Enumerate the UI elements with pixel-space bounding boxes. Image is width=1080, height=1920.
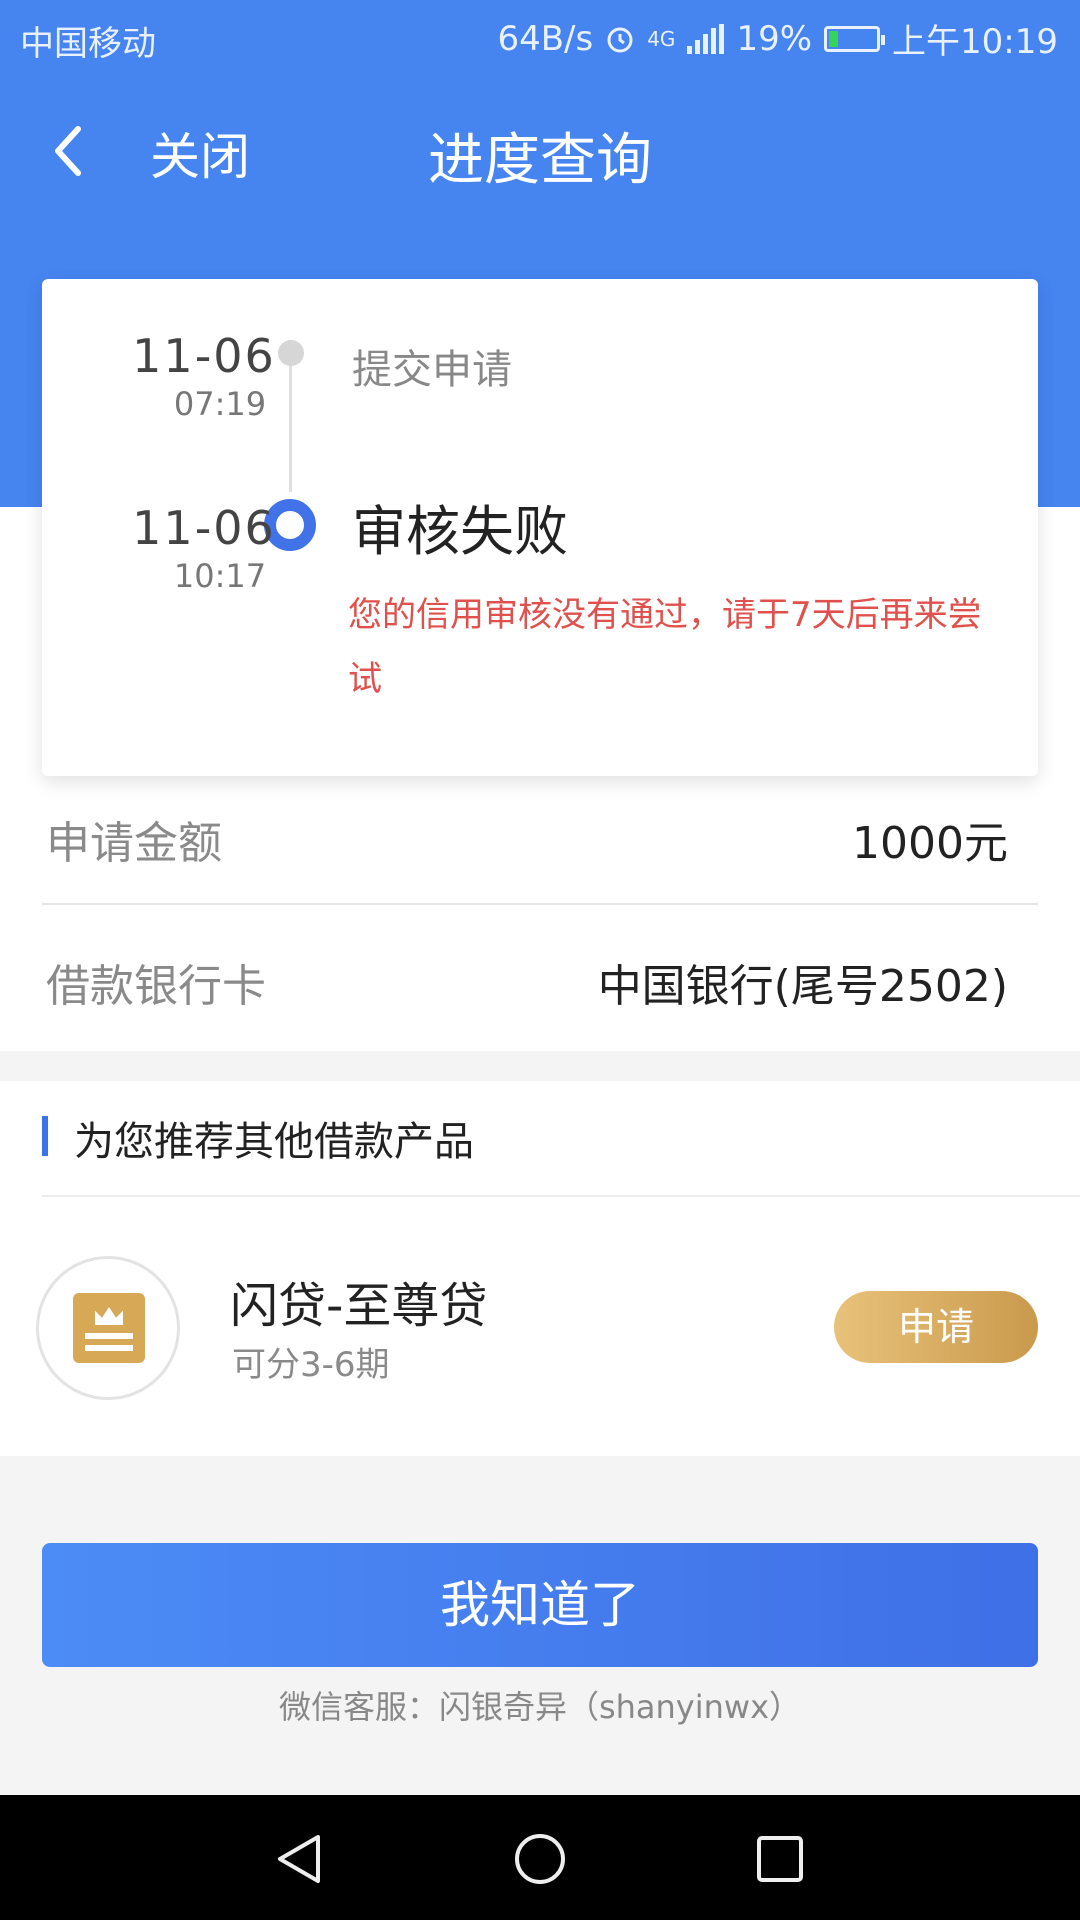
back-triangle-icon[interactable] [270, 1831, 330, 1887]
home-circle-icon[interactable] [510, 1831, 570, 1887]
battery-icon [824, 25, 886, 52]
carrier-name: 中国移动 [20, 24, 156, 64]
failure-message: 您的信用审核没有通过，请于7天后再来尝试 [348, 595, 982, 699]
apply-button[interactable]: 申请 [834, 1291, 1038, 1363]
network-speed: 64B/s [497, 18, 594, 59]
section-heading: 为您推荐其他借款产品 [74, 1119, 474, 1165]
detail-row-amount: 申请金额 1000元 [42, 763, 1038, 907]
wechat-service-text: 微信客服：闪银奇异（shanyinwx） [278, 1688, 802, 1726]
clock: 上午10:19 [892, 22, 1058, 62]
detail-row-bank-card: 借款银行卡 中国银行(尾号2502) [42, 906, 1038, 1050]
product-subtitle: 可分3-6期 [232, 1345, 390, 1385]
progress-card: 11-06 07:19 提交申请 11-06 10:17 审核失败 您的信用审核… [42, 279, 1038, 776]
page-title: 进度查询 [428, 128, 652, 193]
divider [42, 903, 1038, 905]
detail-label: 申请金额 [46, 818, 222, 869]
step-date: 11-06 [132, 501, 276, 555]
step-date: 11-06 [132, 329, 276, 383]
system-nav-bar [0, 1795, 1080, 1920]
step-label-failed: 审核失败 [352, 500, 568, 563]
step-time: 10:17 [173, 557, 267, 595]
nav-bar: 关闭 进度查询 [0, 95, 1080, 205]
battery-percent: 19% [736, 18, 813, 59]
detail-value: 中国银行(尾号2502) [597, 961, 1008, 1012]
step-label-submitted: 提交申请 [352, 347, 512, 393]
status-bar: 中国移动 64B/s 4G 19% 上午10:19 [0, 0, 1080, 75]
recommend-section: 为您推荐其他借款产品 闪贷-至尊贷 可分3-6期 申请 [0, 1081, 1080, 1456]
network-type: 4G [647, 26, 676, 51]
detail-value: 1000元 [852, 818, 1008, 869]
crown-badge-icon [36, 1256, 180, 1400]
divider [42, 1195, 1080, 1197]
confirm-button[interactable]: 我知道了 [42, 1543, 1038, 1667]
detail-label: 借款银行卡 [46, 961, 266, 1012]
recent-apps-square-icon[interactable] [750, 1831, 810, 1887]
step-time: 07:19 [173, 385, 267, 423]
product-name: 闪贷-至尊贷 [230, 1278, 488, 1334]
section-accent-bar [42, 1116, 48, 1156]
signal-icon [687, 23, 725, 54]
alarm-icon [607, 27, 633, 52]
status-right: 64B/s 4G 19% 上午10:19 [497, 14, 1058, 63]
